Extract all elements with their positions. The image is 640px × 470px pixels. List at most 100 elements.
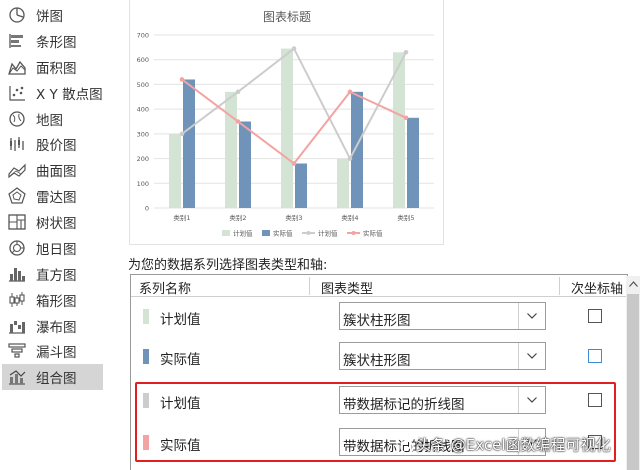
chart-type-dropdown[interactable]: 簇状柱形图 xyxy=(339,342,546,370)
series-name: 计划值 xyxy=(160,396,201,412)
sidebar-item-label: 地图 xyxy=(36,113,63,129)
bar xyxy=(169,133,181,208)
sidebar-item[interactable]: X Y 散点图 xyxy=(2,80,103,106)
sidebar-item-label: X Y 散点图 xyxy=(36,87,103,103)
chevron-down-icon[interactable] xyxy=(518,343,545,369)
line-marker xyxy=(179,77,185,82)
stock-chart-icon xyxy=(6,134,28,154)
histogram-chart-icon xyxy=(6,264,28,284)
sidebar-item-label: 树状图 xyxy=(36,216,77,232)
bar-chart-icon xyxy=(6,31,28,51)
x-tick-label: 类别4 xyxy=(341,213,358,222)
sidebar-item[interactable]: 雷达图 xyxy=(2,183,103,209)
bar xyxy=(281,48,293,208)
sidebar-item-label: 漏斗图 xyxy=(36,345,77,361)
line-marker xyxy=(179,131,185,137)
legend-label: 计划值 xyxy=(318,229,338,238)
sidebar-item[interactable]: 饼图 xyxy=(2,2,103,28)
legend-label: 计划值 xyxy=(233,229,253,238)
series-prompt: 为您的数据系列选择图表类型和轴: xyxy=(128,258,328,273)
sidebar-item-label: 旭日图 xyxy=(36,242,77,258)
legend-swatch xyxy=(262,230,270,236)
sidebar-item[interactable]: 股价图 xyxy=(2,131,103,157)
sidebar-item[interactable]: 旭日图 xyxy=(2,235,103,261)
sidebar-item-label: 曲面图 xyxy=(36,164,77,180)
series-color-swatch xyxy=(143,349,149,364)
treemap-chart-icon xyxy=(6,212,28,232)
chart-title: 图表标题 xyxy=(263,10,311,24)
x-tick-label: 类别2 xyxy=(229,213,246,222)
y-tick-label: 200 xyxy=(137,155,149,163)
bar xyxy=(225,91,237,208)
sidebar-item[interactable]: 树状图 xyxy=(2,209,103,235)
sidebar-item[interactable]: 条形图 xyxy=(2,28,103,54)
sidebar-item-label: 股价图 xyxy=(36,138,77,154)
series-row: 计划值 簇状柱形图 xyxy=(131,297,611,337)
sidebar-item[interactable]: 漏斗图 xyxy=(2,338,103,364)
y-tick-label: 400 xyxy=(137,106,149,114)
scroll-up-arrow-icon[interactable] xyxy=(626,276,640,292)
series-color-swatch xyxy=(143,309,149,324)
sidebar-item[interactable]: 箱形图 xyxy=(2,287,103,313)
header-divider xyxy=(309,277,310,295)
map-chart-icon xyxy=(6,109,28,129)
line-marker xyxy=(291,46,297,51)
header-series-name: 系列名称 xyxy=(139,282,192,297)
y-tick-label: 100 xyxy=(137,180,149,188)
legend-label: 实际值 xyxy=(363,229,383,238)
bar xyxy=(183,79,195,208)
sidebar-item[interactable]: 面积图 xyxy=(2,54,103,80)
sunburst-chart-icon xyxy=(6,238,28,258)
funnel-chart-icon xyxy=(6,341,28,361)
line-marker xyxy=(235,89,241,95)
secondary-axis-checkbox[interactable] xyxy=(588,349,602,363)
scatter-chart-icon xyxy=(6,83,28,103)
surface-chart-icon xyxy=(6,160,28,180)
line-marker xyxy=(403,50,409,55)
chevron-down-icon[interactable] xyxy=(518,303,545,329)
sidebar-item-label: 组合图 xyxy=(36,371,77,387)
header-chart-type: 图表类型 xyxy=(321,282,374,297)
legend-marker xyxy=(306,231,311,235)
scroll-thumb[interactable] xyxy=(627,294,639,470)
area-chart-icon xyxy=(6,57,28,77)
series-name: 实际值 xyxy=(160,438,201,454)
sidebar-item-label: 面积图 xyxy=(36,61,77,77)
series-name: 实际值 xyxy=(160,352,201,368)
combo-chart: 图表标题 0 100 200 300 400 500 600 700 类别1 类别2 类别3 类别4 类别… xyxy=(137,10,434,238)
secondary-axis-checkbox[interactable] xyxy=(588,309,602,323)
chart-type-dropdown[interactable]: 带数据标记的折线图 xyxy=(339,386,546,414)
sidebar-item[interactable]: 直方图 xyxy=(2,261,103,287)
bar xyxy=(239,121,251,208)
x-tick-label: 类别5 xyxy=(397,213,414,222)
header-secondary-axis: 次坐标轴 xyxy=(571,282,624,297)
secondary-axis-checkbox[interactable] xyxy=(588,393,602,407)
combo-chart-icon xyxy=(6,367,28,387)
sidebar-item[interactable]: 地图 xyxy=(2,106,103,132)
line-marker xyxy=(235,119,241,124)
series-row: 实际值 簇状柱形图 xyxy=(131,337,611,377)
legend-label: 实际值 xyxy=(273,229,293,238)
chart-type-value: 簇状柱形图 xyxy=(343,353,411,369)
chart-type-dropdown[interactable]: 簇状柱形图 xyxy=(339,302,546,330)
sidebar-item[interactable]: 组合图 xyxy=(2,364,103,390)
boxplot-chart-icon xyxy=(6,290,28,310)
line-marker xyxy=(347,156,353,161)
pie-chart-icon xyxy=(6,5,28,25)
chart-type-value: 簇状柱形图 xyxy=(343,313,411,329)
watermark-text: 头条 @Excel函数编程可视化 xyxy=(416,436,611,454)
series-row: 计划值 带数据标记的折线图 xyxy=(131,381,611,421)
table-scrollbar[interactable] xyxy=(626,276,640,470)
header-divider xyxy=(559,277,560,295)
sidebar-item-label: 直方图 xyxy=(36,268,77,284)
series-name: 计划值 xyxy=(160,312,201,328)
chevron-down-icon[interactable] xyxy=(518,387,545,413)
watermark-logo-icon xyxy=(400,440,414,454)
bar xyxy=(407,117,419,208)
sidebar-item-label: 雷达图 xyxy=(36,190,77,206)
sidebar-item-label: 瀑布图 xyxy=(36,320,77,336)
sidebar-item[interactable]: 曲面图 xyxy=(2,157,103,183)
sidebar-item-label: 饼图 xyxy=(36,9,63,25)
sidebar-item[interactable]: 瀑布图 xyxy=(2,313,103,339)
sidebar-item-label: 条形图 xyxy=(36,35,77,51)
